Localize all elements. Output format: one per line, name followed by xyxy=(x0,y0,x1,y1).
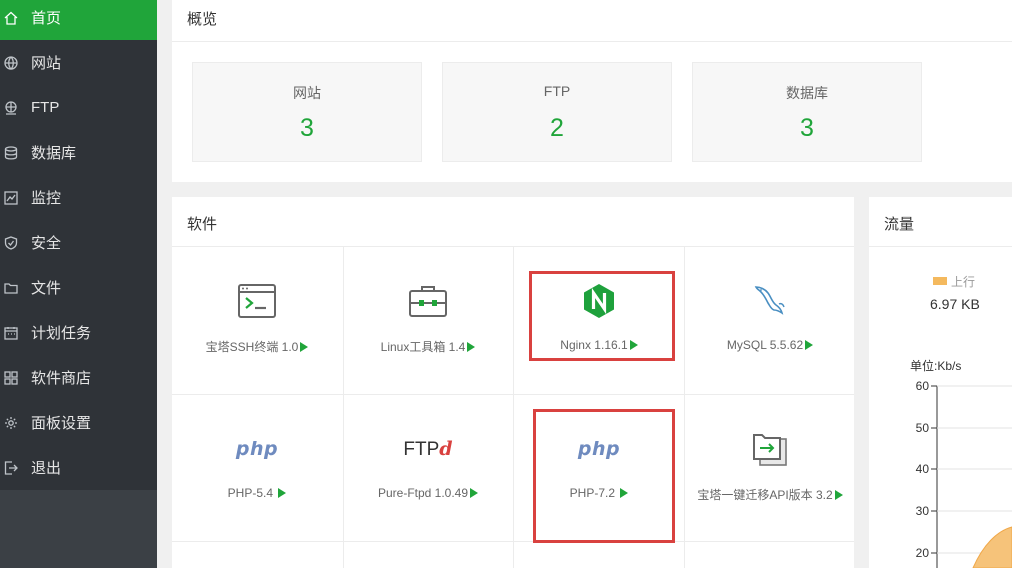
sidebar-item-panel-settings[interactable]: 面板设置 xyxy=(0,400,157,445)
ftp-icon xyxy=(4,100,18,115)
play-icon[interactable] xyxy=(805,340,814,350)
play-icon[interactable] xyxy=(278,488,287,498)
sidebar-item-label: 退出 xyxy=(31,460,62,477)
sidebar-item-label: 网站 xyxy=(31,55,62,72)
overview-card-label: 数据库 xyxy=(786,85,828,101)
sidebar-item-label: 安全 xyxy=(31,235,62,252)
sidebar-item-label: 软件商店 xyxy=(31,370,92,387)
php-icon-text: php xyxy=(235,438,279,460)
folder-icon xyxy=(4,281,18,295)
gear-icon xyxy=(4,416,18,430)
software-item-label: MySQL 5.5.62 xyxy=(726,338,804,352)
software-item-linux-toolbox[interactable]: Linux工具箱 1.4 xyxy=(343,247,513,394)
overview-card-label: FTP xyxy=(543,83,571,99)
play-icon[interactable] xyxy=(300,342,309,352)
software-item-label: Pure-Ftpd 1.0.49 xyxy=(377,486,469,500)
software-item-pure-ftpd[interactable]: FTPd Pure-Ftpd 1.0.49 xyxy=(343,395,513,542)
shield-icon xyxy=(4,235,18,250)
software-item-label: PHP-5.4 xyxy=(227,486,277,500)
sidebar-item-label: 计划任务 xyxy=(31,325,92,342)
overview-title: 概览 xyxy=(187,11,218,28)
overview-card-website[interactable]: 网站 3 xyxy=(192,62,422,162)
overview-panel: 概览 网站 3 FTP 2 数据库 3 xyxy=(172,0,1012,182)
play-icon[interactable] xyxy=(470,488,479,498)
ftpd-icon: FTPd xyxy=(343,429,513,469)
sidebar-item-label: 文件 xyxy=(31,280,62,297)
overview-card-database[interactable]: 数据库 3 xyxy=(692,62,922,162)
sidebar-item-website[interactable]: 网站 xyxy=(0,40,157,85)
php-icon: php xyxy=(172,429,342,469)
terminal-icon xyxy=(172,281,342,321)
sidebar-menu: 首页 网站 FTP 数据库 监控 安全 文件 计划任务 软件商店 面板设置 退出 xyxy=(0,0,157,490)
sidebar-item-database[interactable]: 数据库 xyxy=(0,130,157,175)
overview-card-value[interactable]: 3 xyxy=(693,114,921,143)
sidebar-item-home[interactable]: 首页 xyxy=(0,0,157,40)
sidebar-item-label: 数据库 xyxy=(31,145,77,162)
software-item-php-54[interactable]: php PHP-5.4 xyxy=(172,395,342,542)
sidebar: 首页 网站 FTP 数据库 监控 安全 文件 计划任务 软件商店 面板设置 退出 xyxy=(0,0,157,568)
sidebar-item-security[interactable]: 安全 xyxy=(0,220,157,265)
sidebar-item-files[interactable]: 文件 xyxy=(0,265,157,310)
software-item-label: 宝塔一键迁移API版本 3.2 xyxy=(697,488,833,502)
software-panel: 软件 宝塔SSH终端 1.0 Linux工具箱 1.4 Nginx 1.16.1… xyxy=(172,197,854,568)
sidebar-item-monitor[interactable]: 监控 xyxy=(0,175,157,220)
ftpd-icon-accent: d xyxy=(439,437,453,460)
sidebar-item-app-store[interactable]: 软件商店 xyxy=(0,355,157,400)
overview-divider xyxy=(172,41,1012,42)
migrate-icon xyxy=(685,429,855,469)
highlight-box-nginx xyxy=(529,271,675,361)
toolbox-icon xyxy=(343,281,513,321)
upload-area-series xyxy=(972,526,1012,568)
software-item-migration-api[interactable]: 宝塔一键迁移API版本 3.2 xyxy=(685,395,855,542)
software-item-ssh-terminal[interactable]: 宝塔SSH终端 1.0 xyxy=(172,247,342,394)
software-item-label: Linux工具箱 1.4 xyxy=(380,340,466,354)
overview-card-ftp[interactable]: FTP 2 xyxy=(442,62,672,162)
monitor-icon xyxy=(4,190,18,205)
sidebar-item-label: 监控 xyxy=(31,190,62,207)
software-item-mysql[interactable]: MySQL 5.5.62 xyxy=(685,247,855,394)
sidebar-item-ftp[interactable]: FTP xyxy=(0,85,157,130)
overview-card-value[interactable]: 2 xyxy=(443,114,671,143)
software-item-label: 宝塔SSH终端 1.0 xyxy=(205,340,299,354)
sidebar-item-label: 面板设置 xyxy=(31,415,92,432)
home-icon xyxy=(4,11,18,25)
play-icon[interactable] xyxy=(834,490,843,500)
traffic-chart xyxy=(931,385,1012,568)
grid-icon xyxy=(4,370,18,385)
ftpd-icon-text: FTP xyxy=(403,438,440,460)
traffic-panel: 流量 上行 6.97 KB 单位:Kb/s 60 50 40 30 20 xyxy=(869,197,1012,568)
play-icon[interactable] xyxy=(467,342,476,352)
globe-icon xyxy=(4,55,18,70)
calendar-icon xyxy=(4,326,18,340)
overview-card-value[interactable]: 3 xyxy=(193,114,421,143)
sidebar-item-logout[interactable]: 退出 xyxy=(0,445,157,490)
software-title: 软件 xyxy=(187,216,218,233)
overview-card-label: 网站 xyxy=(293,85,321,101)
logout-icon xyxy=(4,460,18,475)
mysql-dolphin-icon xyxy=(685,281,855,321)
sidebar-item-label: FTP xyxy=(31,99,60,116)
highlight-box-php-72 xyxy=(533,409,675,543)
database-icon xyxy=(4,145,18,160)
sidebar-item-label: 首页 xyxy=(31,10,62,27)
sidebar-item-cron[interactable]: 计划任务 xyxy=(0,310,157,355)
